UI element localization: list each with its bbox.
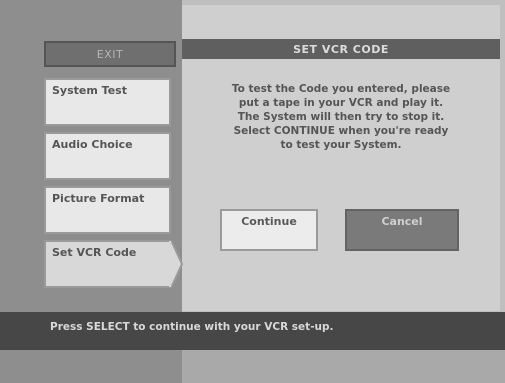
- instructions-text: To test the Code you entered, please put…: [197, 82, 485, 152]
- instruction-line: The System will then try to stop it.: [237, 111, 445, 123]
- menu-item-label: Audio Choice: [52, 138, 133, 151]
- cancel-button[interactable]: Cancel: [345, 209, 459, 251]
- bottom-strip-left: [0, 350, 182, 383]
- menu-item-set-vcr-code[interactable]: Set VCR Code: [44, 240, 171, 288]
- menu-item-label: System Test: [52, 84, 127, 97]
- exit-button[interactable]: EXIT: [44, 41, 176, 67]
- menu-item-picture-format[interactable]: Picture Format: [44, 186, 171, 234]
- status-text: Press SELECT to continue with your VCR s…: [50, 321, 334, 333]
- selected-arrow-icon: [169, 240, 183, 288]
- instruction-line: put a tape in your VCR and play it.: [238, 97, 444, 109]
- menu-item-label: Set VCR Code: [52, 246, 137, 259]
- vcr-setup-screen: EXIT System Test Audio Choice Picture Fo…: [0, 0, 505, 383]
- menu-item-system-test[interactable]: System Test: [44, 78, 171, 126]
- instruction-line: Select CONTINUE when you're ready: [233, 125, 449, 137]
- instruction-line: to test your System.: [280, 139, 402, 151]
- menu-item-label: Picture Format: [52, 192, 145, 205]
- continue-button[interactable]: Continue: [220, 209, 318, 251]
- panel-title: SET VCR CODE: [182, 39, 500, 59]
- menu-item-audio-choice[interactable]: Audio Choice: [44, 132, 171, 180]
- instruction-line: To test the Code you entered, please: [231, 83, 451, 95]
